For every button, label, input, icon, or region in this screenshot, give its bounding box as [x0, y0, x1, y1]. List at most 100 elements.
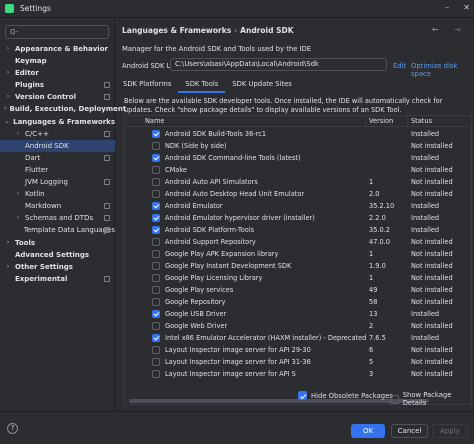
sdk-location-field[interactable]: C:\Users\abasi\AppData\Local\Android\Sdk [170, 58, 387, 71]
sidebar-item[interactable]: Template Data Languages [0, 224, 115, 236]
chevron-icon[interactable]: › [4, 261, 12, 273]
table-row[interactable]: Android Emulator hypervisor driver (inst… [125, 212, 471, 224]
row-checkbox[interactable] [152, 262, 160, 270]
table-row[interactable]: Android Auto API Simulators 1 Not installe… [125, 176, 471, 188]
chevron-icon[interactable]: › [4, 237, 12, 249]
help-icon[interactable]: ? [7, 423, 18, 434]
hide-obsolete-packages-option[interactable]: Hide Obsolete Packages [298, 391, 393, 400]
tab-sdk-update-sites[interactable]: SDK Update Sites [225, 77, 299, 93]
row-checkbox[interactable] [152, 274, 160, 282]
tab-sdk-tools[interactable]: SDK Tools [178, 77, 226, 93]
table-row[interactable]: CMake Not installed [125, 164, 471, 176]
hide-obsolete-checkbox[interactable] [298, 391, 307, 400]
sidebar-item[interactable]: Dart [0, 152, 115, 164]
sidebar-item[interactable]: › Other Settings [0, 261, 115, 273]
sidebar-item[interactable]: › Kotlin [0, 188, 115, 200]
table-row[interactable]: Google Play services 49 Not installed [125, 284, 471, 296]
column-header-name[interactable]: Name [145, 117, 164, 125]
table-row[interactable]: Layout Inspector image server for API S 3… [125, 368, 471, 380]
row-name: Google Play Licensing Library [165, 274, 263, 282]
row-checkbox[interactable] [152, 250, 160, 258]
chevron-icon[interactable]: › [14, 128, 22, 140]
row-checkbox[interactable] [152, 142, 160, 150]
table-row[interactable]: Android Support Repository 47.0.0 Not inst… [125, 236, 471, 248]
sidebar-item[interactable]: › Tools [0, 237, 115, 249]
table-row[interactable]: Google Play Instant Development SDK 1.9.0… [125, 260, 471, 272]
back-arrow-icon[interactable]: ← [432, 25, 439, 34]
row-checkbox[interactable] [152, 322, 160, 330]
row-checkbox[interactable] [152, 178, 160, 186]
sidebar-item[interactable]: › Schemas and DTDs [0, 212, 115, 224]
sidebar-item[interactable]: Advanced Settings [0, 249, 115, 261]
row-checkbox[interactable] [152, 130, 160, 138]
table-row[interactable]: Android SDK Command-line Tools (latest) I… [125, 152, 471, 164]
sidebar-item[interactable]: › C/C++ [0, 128, 115, 140]
sidebar-item-label: Markdown [25, 202, 62, 211]
column-header-status[interactable]: Status [411, 117, 432, 125]
table-row[interactable]: Google Repository 58 Not installed [125, 296, 471, 308]
chevron-icon[interactable]: ⌄ [4, 116, 10, 128]
table-row[interactable]: Layout Inspector image server for API 31… [125, 356, 471, 368]
minimize-icon[interactable]: – [445, 3, 449, 12]
table-row[interactable]: Google USB Driver 13 Installed [125, 308, 471, 320]
close-icon[interactable]: ✕ [463, 3, 470, 12]
sidebar-item[interactable]: › Appearance & Behavior [0, 43, 115, 55]
column-header-version[interactable]: Version [369, 117, 393, 125]
project-settings-icon [104, 227, 110, 234]
table-row[interactable]: Android Auto Desktop Head Unit Emulator 2… [125, 188, 471, 200]
sidebar-item[interactable]: ⌄ Languages & Frameworks [0, 116, 115, 128]
row-checkbox[interactable] [152, 298, 160, 306]
chevron-icon[interactable]: › [4, 43, 12, 55]
table-row[interactable]: NDK (Side by side) Not installed [125, 140, 471, 152]
breadcrumb-parent[interactable]: Languages & Frameworks [122, 26, 231, 35]
sidebar-item[interactable]: Plugins [0, 79, 115, 91]
settings-search-input[interactable]: Q- [5, 25, 109, 39]
table-row[interactable]: Intel x86 Emulator Accelerator (HAXM ins… [125, 332, 471, 344]
row-checkbox[interactable] [152, 214, 160, 222]
sidebar-item[interactable]: JVM Logging [0, 176, 115, 188]
ok-button[interactable]: OK [351, 424, 385, 438]
table-row[interactable]: Android SDK Build-Tools 36-rc1 Installed [125, 128, 471, 140]
row-checkbox[interactable] [152, 310, 160, 318]
sidebar-item[interactable]: › Build, Execution, Deployment [0, 103, 126, 115]
table-row[interactable]: Layout Inspector image server for API 29… [125, 344, 471, 356]
chevron-icon[interactable]: › [4, 67, 12, 79]
sidebar-item[interactable]: Flutter [0, 164, 115, 176]
forward-arrow-icon[interactable]: → [454, 25, 461, 34]
chevron-icon[interactable]: › [4, 103, 6, 115]
row-checkbox[interactable] [152, 190, 160, 198]
apply-button[interactable]: Apply [432, 424, 468, 438]
row-checkbox[interactable] [152, 286, 160, 294]
row-checkbox[interactable] [152, 154, 160, 162]
chevron-icon[interactable]: › [4, 91, 12, 103]
row-checkbox[interactable] [152, 358, 160, 366]
edit-link[interactable]: Edit [393, 62, 406, 70]
row-checkbox[interactable] [152, 370, 160, 378]
project-settings-icon [104, 203, 110, 210]
sidebar-item[interactable]: Markdown [0, 200, 115, 212]
chevron-icon[interactable]: › [14, 212, 22, 224]
page-description: Manager for the Android SDK and Tools us… [122, 45, 312, 53]
sidebar-item[interactable]: Keymap [0, 55, 115, 67]
row-checkbox[interactable] [152, 202, 160, 210]
row-checkbox[interactable] [152, 238, 160, 246]
table-row[interactable]: Google Play Licensing Library 1 Not instal… [125, 272, 471, 284]
table-row[interactable]: Google Play APK Expansion library 1 Not in… [125, 248, 471, 260]
show-details-checkbox[interactable] [390, 394, 399, 404]
sidebar-item[interactable]: › Editor [0, 67, 115, 79]
row-checkbox[interactable] [152, 346, 160, 354]
table-row[interactable]: Android Emulator 35.2.10 Installed [125, 200, 471, 212]
optimize-disk-space-link[interactable]: Optimize disk space [411, 62, 474, 78]
tab-sdk-platforms[interactable]: SDK Platforms [116, 77, 178, 93]
row-checkbox[interactable] [152, 166, 160, 174]
chevron-icon[interactable]: › [14, 188, 22, 200]
table-row[interactable]: Google Web Driver 2 Not installed [125, 320, 471, 332]
sidebar-item[interactable]: Experimental [0, 273, 115, 285]
row-checkbox[interactable] [152, 226, 160, 234]
show-package-details-option[interactable]: Show Package Details [390, 391, 474, 407]
sidebar-item[interactable]: › Version Control [0, 91, 115, 103]
row-checkbox[interactable] [152, 334, 160, 342]
cancel-button[interactable]: Cancel [391, 424, 428, 438]
sidebar-item[interactable]: Android SDK [0, 139, 115, 152]
table-row[interactable]: Android SDK Platform-Tools 35.0.2 Installe… [125, 224, 471, 236]
